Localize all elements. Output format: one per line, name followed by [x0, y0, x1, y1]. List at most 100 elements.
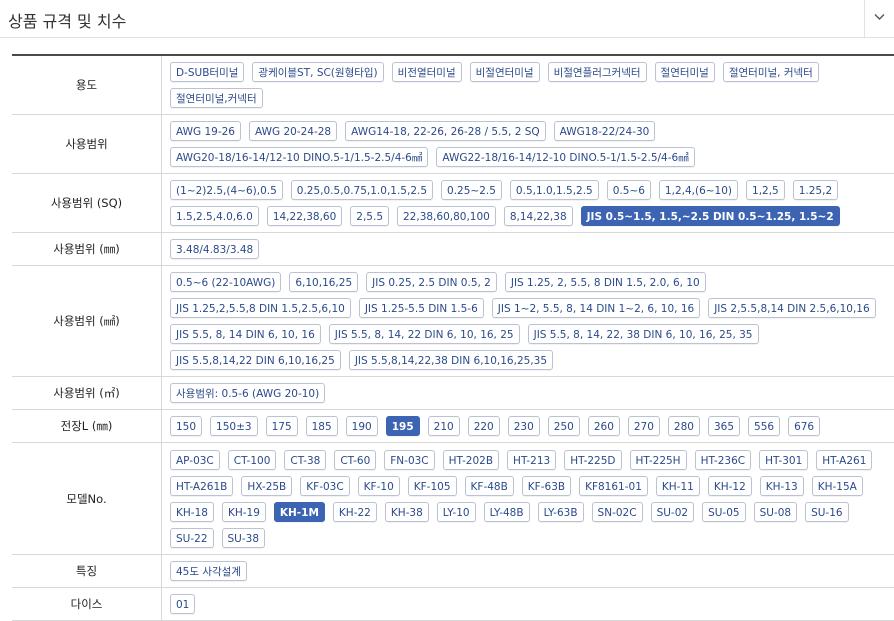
- filter-chip[interactable]: 0.25~2.5: [441, 180, 502, 200]
- filter-chip[interactable]: JIS 1~2, 5.5, 8, 14 DIN 1~2, 6, 10, 16: [492, 298, 700, 318]
- filter-chip[interactable]: LY-48B: [484, 502, 530, 522]
- filter-chip[interactable]: KH-19: [222, 502, 266, 522]
- filter-chip[interactable]: 1,2,4,(6~10): [659, 180, 738, 200]
- filter-chip[interactable]: KH-15A: [812, 476, 863, 496]
- filter-chip[interactable]: D-SUB터미널: [170, 62, 244, 82]
- filter-chip[interactable]: JIS 5.5, 8, 14, 22 DIN 6, 10, 16, 25: [329, 324, 520, 344]
- filter-chip[interactable]: 220: [468, 416, 500, 436]
- filter-chip[interactable]: KH-22: [333, 502, 377, 522]
- filter-chip[interactable]: 230: [508, 416, 540, 436]
- filter-chip[interactable]: JIS 1.25, 2, 5.5, 8 DIN 1.5, 2.0, 6, 10: [505, 272, 706, 292]
- filter-chip[interactable]: KH-12: [708, 476, 752, 496]
- filter-chip[interactable]: HT-225H: [630, 450, 687, 470]
- filter-chip[interactable]: FN-03C: [384, 450, 434, 470]
- filter-chip[interactable]: HT-213: [507, 450, 556, 470]
- filter-chip[interactable]: SU-16: [805, 502, 849, 522]
- filter-chip[interactable]: KF-03C: [300, 476, 349, 496]
- filter-chip[interactable]: 22,38,60,80,100: [397, 206, 496, 226]
- filter-chip[interactable]: CT-100: [228, 450, 277, 470]
- filter-chip[interactable]: 8,14,22,38: [504, 206, 573, 226]
- filter-chip[interactable]: 0.5~6 (22-10AWG): [170, 272, 281, 292]
- filter-chip[interactable]: 0.5,1.0,1.5,2.5: [510, 180, 599, 200]
- filter-chip[interactable]: JIS 1.25-5.5 DIN 1.5-6: [359, 298, 484, 318]
- filter-chip[interactable]: SU-02: [651, 502, 695, 522]
- filter-chip[interactable]: LY-10: [437, 502, 476, 522]
- filter-chip[interactable]: AWG14-18, 22-26, 26-28 / 5.5, 2 SQ: [345, 121, 546, 141]
- filter-chip[interactable]: KH-38: [385, 502, 429, 522]
- filter-chip[interactable]: HT-301: [759, 450, 808, 470]
- filter-chip-selected[interactable]: KH-1M: [274, 502, 325, 522]
- filter-chip[interactable]: KH-11: [656, 476, 700, 496]
- filter-chip[interactable]: JIS 5.5,8,14,22,38 DIN 6,10,16,25,35: [349, 350, 553, 370]
- filter-chip[interactable]: HT-225D: [564, 450, 621, 470]
- filter-chip[interactable]: JIS 5.5,8,14,22 DIN 6,10,16,25: [170, 350, 341, 370]
- filter-chip[interactable]: HX-25B: [241, 476, 292, 496]
- filter-chip[interactable]: 210: [428, 416, 460, 436]
- filter-chip[interactable]: HT-202B: [443, 450, 499, 470]
- filter-chip[interactable]: 150: [170, 416, 202, 436]
- filter-chip[interactable]: KF-105: [408, 476, 457, 496]
- filter-chip[interactable]: 556: [748, 416, 780, 436]
- filter-chip[interactable]: SU-38: [222, 528, 266, 548]
- filter-chip[interactable]: 1.5,2.5,4.0,6.0: [170, 206, 259, 226]
- filter-chip[interactable]: 365: [708, 416, 740, 436]
- filter-chip[interactable]: 2,5.5: [350, 206, 389, 226]
- filter-chip[interactable]: 1,2,5: [746, 180, 785, 200]
- filter-chip[interactable]: KF-10: [358, 476, 400, 496]
- filter-chip[interactable]: 1.25,2: [793, 180, 838, 200]
- filter-chip[interactable]: 185: [306, 416, 338, 436]
- filter-chip[interactable]: KF-63B: [522, 476, 571, 496]
- filter-chip[interactable]: 절연터미널: [655, 62, 715, 82]
- collapse-toggle-button[interactable]: [864, 0, 894, 37]
- filter-chip[interactable]: SU-05: [702, 502, 746, 522]
- filter-chip[interactable]: SN-02C: [592, 502, 643, 522]
- filter-chip[interactable]: 190: [346, 416, 378, 436]
- filter-chip[interactable]: 250: [548, 416, 580, 436]
- filter-chip[interactable]: SU-08: [754, 502, 798, 522]
- filter-chip[interactable]: 6,10,16,25: [289, 272, 358, 292]
- filter-chip[interactable]: 676: [788, 416, 820, 436]
- filter-chip[interactable]: 14,22,38,60: [267, 206, 342, 226]
- filter-chip[interactable]: 3.48/4.83/3.48: [170, 239, 259, 259]
- filter-chip[interactable]: 0.25,0.5,0.75,1.0,1.5,2.5: [291, 180, 433, 200]
- filter-chip[interactable]: KF-48B: [465, 476, 514, 496]
- filter-chip[interactable]: 150±3: [210, 416, 258, 436]
- filter-chip[interactable]: 비절연플러그커넥터: [548, 62, 647, 82]
- filter-chip-selected[interactable]: 195: [386, 416, 420, 436]
- filter-chip[interactable]: 45도 사각설계: [170, 561, 247, 581]
- filter-chip[interactable]: AWG18-22/24-30: [554, 121, 656, 141]
- filter-chip[interactable]: SU-22: [170, 528, 214, 548]
- filter-chip[interactable]: AWG 20-24-28: [249, 121, 337, 141]
- filter-chip[interactable]: (1~2)2.5,(4~6),0.5: [170, 180, 283, 200]
- filter-chip[interactable]: HT-236C: [695, 450, 752, 470]
- filter-chip[interactable]: CT-60: [334, 450, 376, 470]
- filter-chip[interactable]: AWG20-18/16-14/12-10 DINO.5-1/1.5-2.5/4-…: [170, 147, 428, 167]
- filter-chip[interactable]: AWG22-18/16-14/12-10 DINO.5-1/1.5-2.5/4-…: [436, 147, 694, 167]
- filter-chip[interactable]: CT-38: [284, 450, 326, 470]
- filter-chip[interactable]: KH-13: [760, 476, 804, 496]
- filter-chip[interactable]: 절연터미널, 커넥터: [723, 62, 819, 82]
- filter-chip[interactable]: 270: [628, 416, 660, 436]
- filter-chip[interactable]: 175: [266, 416, 298, 436]
- filter-chip[interactable]: JIS 0.25, 2.5 DIN 0.5, 2: [366, 272, 497, 292]
- filter-chip[interactable]: 0.5~6: [607, 180, 651, 200]
- filter-chip[interactable]: AWG 19-26: [170, 121, 241, 141]
- filter-chip[interactable]: LY-63B: [538, 502, 584, 522]
- filter-chip-selected[interactable]: JIS 0.5~1.5, 1.5,~2.5 DIN 0.5~1.25, 1.5~…: [581, 206, 840, 226]
- filter-chip[interactable]: 비전열터미널: [392, 62, 462, 82]
- filter-chip[interactable]: 사용범위: 0.5-6 (AWG 20-10): [170, 383, 325, 403]
- filter-chip[interactable]: 260: [588, 416, 620, 436]
- filter-chip[interactable]: KH-18: [170, 502, 214, 522]
- filter-chip[interactable]: JIS 5.5, 8, 14, 22, 38 DIN 6, 10, 16, 25…: [528, 324, 759, 344]
- filter-chip[interactable]: KF8161-01: [579, 476, 648, 496]
- filter-chip[interactable]: JIS 5.5, 8, 14 DIN 6, 10, 16: [170, 324, 321, 344]
- filter-chip[interactable]: 01: [170, 594, 195, 614]
- filter-chip[interactable]: 절연터미널,커넥터: [170, 88, 263, 108]
- filter-chip[interactable]: JIS 2,5.5,8,14 DIN 2.5,6,10,16: [708, 298, 875, 318]
- filter-chip[interactable]: HT-A261B: [170, 476, 233, 496]
- filter-chip[interactable]: 비절연터미널: [470, 62, 540, 82]
- filter-chip[interactable]: HT-A261: [816, 450, 872, 470]
- filter-chip[interactable]: 280: [668, 416, 700, 436]
- filter-chip[interactable]: JIS 1.25,2,5.5,8 DIN 1.5,2.5,6,10: [170, 298, 351, 318]
- filter-chip[interactable]: 광케이블ST, SC(원형타입): [252, 62, 383, 82]
